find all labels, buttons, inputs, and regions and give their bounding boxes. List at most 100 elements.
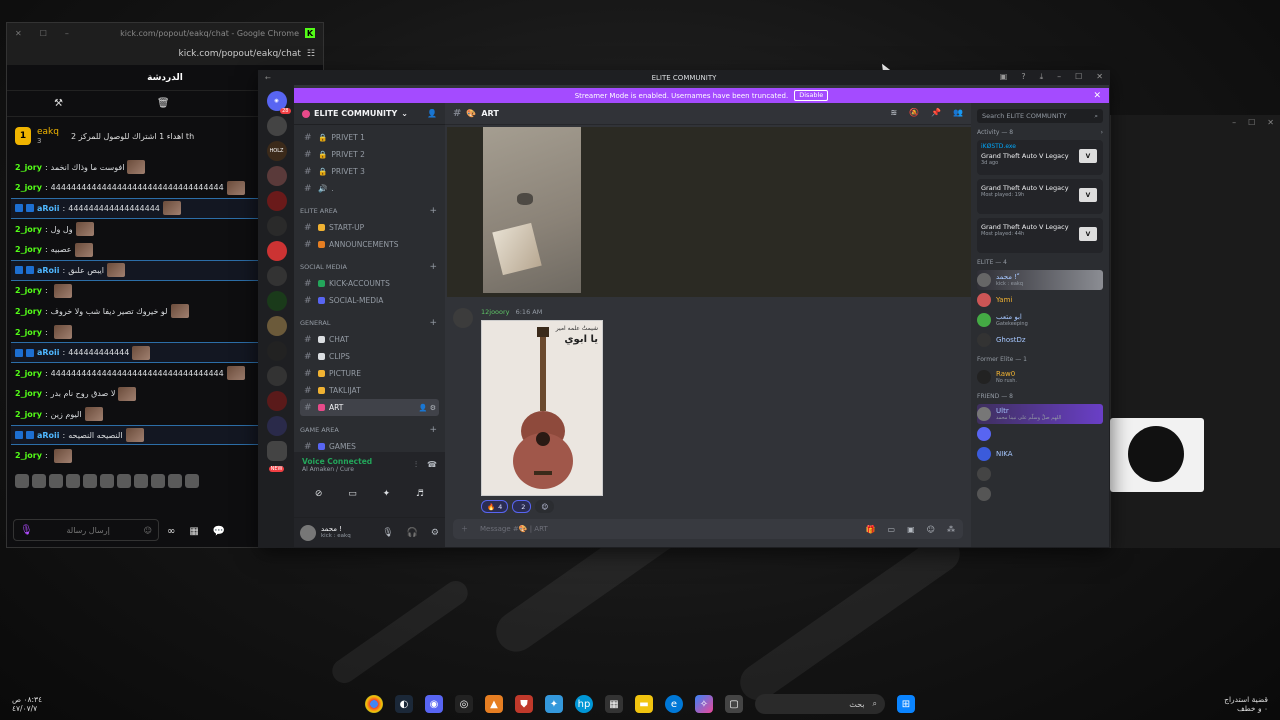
app-icon[interactable]: ✦: [545, 695, 563, 713]
chrome-titlebar[interactable]: ✕ ☐ – kick.com/popout/eakq/chat - Google…: [7, 23, 323, 43]
member-item[interactable]: [977, 484, 1103, 504]
channel-item[interactable]: # KICK-ACCOUNTS: [300, 275, 439, 292]
chat-username[interactable]: 2_jory: [15, 410, 42, 419]
gif-icon[interactable]: ▭: [888, 525, 896, 534]
chat-input[interactable]: 🎙 إرسال رسالة ☺: [13, 519, 159, 541]
server-header[interactable]: ELITE COMMUNITY ⌄ 👤: [294, 103, 445, 125]
close-icon[interactable]: ✕: [1093, 91, 1101, 101]
shield-icon[interactable]: ⛊: [515, 695, 533, 713]
chat-username[interactable]: 2_jory: [15, 163, 42, 172]
avatar[interactable]: [453, 308, 473, 328]
member-item[interactable]: NIKA: [977, 444, 1103, 464]
hp-icon[interactable]: hp: [575, 695, 593, 713]
store-icon[interactable]: ▦: [605, 695, 623, 713]
message-author[interactable]: 12jooory: [481, 308, 510, 316]
emoji-icon[interactable]: ☺: [927, 525, 935, 534]
chat-username[interactable]: 2_jory: [15, 307, 42, 316]
avatar[interactable]: [977, 333, 991, 347]
channel-item[interactable]: # 🔒 PRIVET 1: [300, 129, 439, 146]
disable-button[interactable]: Disable: [794, 90, 829, 101]
avatar[interactable]: [977, 447, 991, 461]
disconnect-icon[interactable]: ☎: [427, 460, 437, 470]
message-icon[interactable]: 💬: [213, 526, 225, 537]
discord-home-icon[interactable]: ◉ 28: [266, 91, 291, 114]
server-icon[interactable]: [266, 366, 287, 386]
member-item[interactable]: Yami: [977, 290, 1103, 310]
video-thumbnail[interactable]: [1110, 418, 1204, 492]
back-arrow-icon[interactable]: ←: [265, 74, 271, 82]
avatar[interactable]: [300, 524, 316, 541]
store-icon[interactable]: ▦: [189, 526, 198, 537]
help-icon[interactable]: ?: [1021, 72, 1025, 82]
sticker-icon[interactable]: ▣: [907, 525, 915, 534]
add-member-icon[interactable]: 👤: [427, 109, 437, 118]
avatar[interactable]: [977, 407, 991, 421]
inbox-icon[interactable]: ▣: [1000, 72, 1008, 82]
member-item[interactable]: Ultr اللهم صلِّ وسلّم على نبينا محمد: [977, 404, 1103, 424]
plus-icon[interactable]: ＋: [461, 524, 468, 534]
emote-icon[interactable]: [32, 473, 46, 488]
chat-username[interactable]: 2_jory: [15, 369, 42, 378]
infinity-icon[interactable]: ∞: [167, 526, 175, 537]
microphone-icon[interactable]: 🎙: [20, 525, 33, 536]
minimize-icon[interactable]: –: [1232, 118, 1236, 127]
channel-settings[interactable]: 👤 ⚙: [419, 404, 439, 412]
news-widget[interactable]: قضية استدراج ٠ و خطف: [1224, 695, 1268, 715]
add-channel-icon[interactable]: +: [429, 262, 437, 272]
chat-username[interactable]: 2_jory: [15, 286, 42, 295]
headphones-icon[interactable]: 🎧: [407, 528, 418, 538]
chrome-icon[interactable]: [365, 695, 383, 713]
previous-image-embed[interactable]: [447, 127, 971, 297]
chat-username[interactable]: aRoii: [37, 266, 60, 275]
avatar[interactable]: [977, 427, 991, 441]
member-item[interactable]: GhostDz: [977, 330, 1103, 350]
server-icon[interactable]: [266, 291, 287, 311]
gear-icon[interactable]: ⚙: [431, 528, 439, 538]
maximize-icon[interactable]: ☐: [1248, 118, 1255, 127]
steam-icon[interactable]: ◐: [395, 695, 413, 713]
close-icon[interactable]: ✕: [1267, 118, 1274, 127]
add-reaction-icon[interactable]: ☺: [535, 500, 555, 513]
message-composer[interactable]: ＋ Message #🎨 | ART 🎁 ▭ ▣ ☺ ⁂: [453, 519, 963, 539]
threads-icon[interactable]: ≋: [890, 108, 897, 117]
soundboard-icon[interactable]: ♬: [416, 489, 424, 499]
channel-item[interactable]: # CLIPS: [300, 348, 439, 365]
channel-item[interactable]: # SOCIAL-MEDIA: [300, 292, 439, 309]
apps-icon[interactable]: ⁂: [947, 525, 955, 534]
chat-username[interactable]: 2_jory: [15, 451, 42, 460]
server-icon[interactable]: [266, 216, 287, 236]
hammer-icon[interactable]: ⚒: [54, 98, 63, 109]
channel-item[interactable]: # ANNOUNCEMENTS: [300, 236, 439, 253]
gift-icon[interactable]: 🎁: [866, 525, 876, 534]
member-item[interactable]: Raw0 No rush.: [977, 367, 1103, 387]
pin-icon[interactable]: 📌: [931, 108, 941, 117]
bell-off-icon[interactable]: 🔕: [909, 108, 919, 117]
chat-username[interactable]: aRoii: [37, 204, 60, 213]
discord-icon[interactable]: ◉: [425, 695, 443, 713]
chat-username[interactable]: 2_jory: [15, 225, 42, 234]
channel-item[interactable]: # ART 👤 ⚙: [300, 399, 439, 416]
emote-icon[interactable]: [100, 473, 114, 488]
maximize-icon[interactable]: ☐: [40, 29, 47, 38]
category-header[interactable]: ELITE AREA +: [300, 203, 439, 219]
chat-username[interactable]: 2_jory: [15, 183, 42, 192]
activity-icon[interactable]: ✦: [383, 489, 391, 499]
photo-attachment[interactable]: [483, 127, 581, 293]
server-icon[interactable]: [266, 266, 287, 286]
channel-item[interactable]: # START-UP: [300, 219, 439, 236]
channel-item[interactable]: # 🔒 PRIVET 3: [300, 163, 439, 180]
emoji-icon[interactable]: ☺: [144, 526, 152, 535]
avatar[interactable]: [977, 313, 991, 327]
emote-icon[interactable]: [66, 473, 80, 488]
emote-icon[interactable]: [134, 473, 148, 488]
emote-icon[interactable]: [117, 473, 131, 488]
discord-titlebar[interactable]: ← ELITE COMMUNITY ▣ ? ⤓ – ☐ ✕: [259, 71, 1109, 85]
search-input[interactable]: Search ELITE COMMUNITY ⌕: [977, 109, 1103, 123]
avatar[interactable]: [977, 370, 991, 384]
server-icon[interactable]: [266, 391, 287, 411]
member-item[interactable]: محمد ! ّ kick : eakq: [977, 270, 1103, 290]
video-off-icon[interactable]: ⊘: [315, 489, 323, 499]
address-bar[interactable]: kick.com/popout/eakq/chat ☷: [7, 43, 323, 65]
avatar[interactable]: [977, 467, 991, 481]
add-channel-icon[interactable]: +: [429, 318, 437, 328]
